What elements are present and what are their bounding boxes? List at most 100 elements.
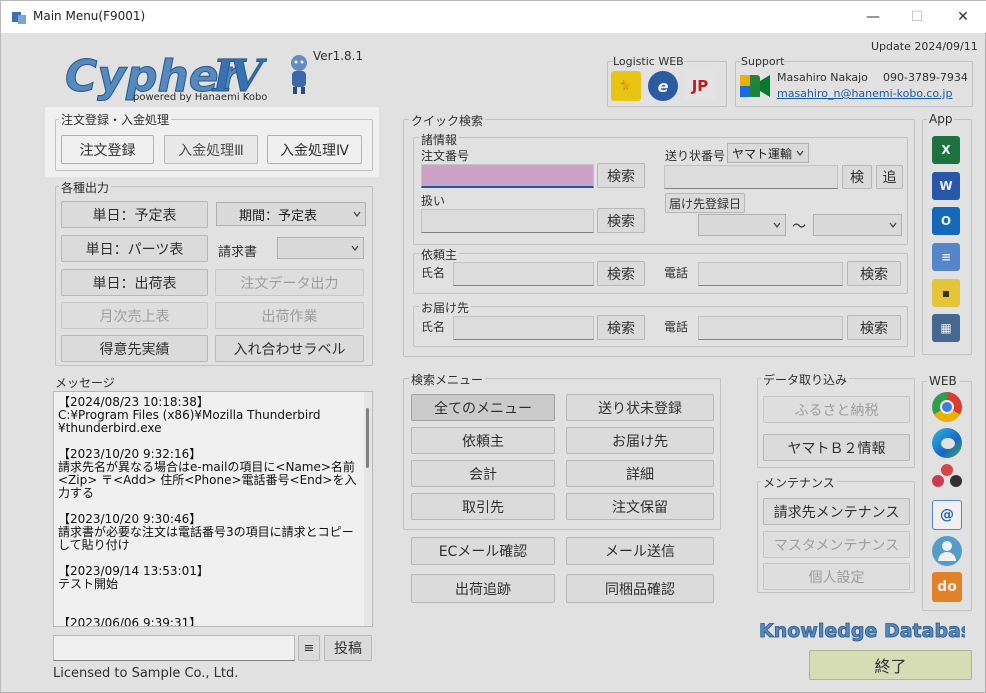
requester-name-input[interactable] — [453, 262, 594, 286]
mail-icon[interactable]: @ — [932, 500, 962, 530]
exit-button[interactable]: 終了 — [809, 650, 972, 680]
supplier-button[interactable]: 取引先 — [411, 493, 555, 520]
do-icon[interactable]: do — [932, 572, 962, 602]
payment-3-button[interactable]: 入金処理Ⅲ — [164, 135, 258, 164]
flower-icon[interactable] — [932, 464, 962, 494]
minimize-button[interactable]: — — [853, 5, 893, 29]
send-mail-button[interactable]: メール送信 — [566, 537, 714, 565]
maximize-button[interactable]: ☐ — [897, 5, 937, 29]
recipient-name-input[interactable] — [453, 316, 594, 340]
knowledge-database-link[interactable]: Knowledge Database — [757, 617, 965, 643]
japan-post-icon[interactable]: JP — [684, 71, 716, 101]
close-button[interactable]: ✕ — [943, 5, 983, 29]
sticky-notes-icon[interactable]: ▪ — [932, 279, 960, 307]
add-button[interactable]: 追 — [876, 165, 903, 189]
order-no-input[interactable] — [421, 164, 594, 188]
version-label: Ver1.8.1 — [313, 49, 364, 63]
daily-schedule-button[interactable]: 単日：予定表 — [61, 201, 208, 228]
invoice-label: 請求書 — [218, 245, 258, 260]
all-menu-button[interactable]: 全てのメニュー — [411, 394, 555, 421]
excel-icon[interactable]: X — [932, 136, 960, 164]
master-maintenance-button[interactable]: マスタメンテナンス — [763, 531, 910, 558]
billing-maintenance-button[interactable]: 請求先メンテナンス — [763, 498, 910, 525]
notepad-icon[interactable]: ≡ — [932, 243, 960, 271]
order-no-search-button[interactable]: 検索 — [597, 163, 645, 188]
recipient-phone-label: 電話 — [664, 320, 689, 334]
chevron-down-icon — [353, 211, 361, 217]
messages-box[interactable]: 【2024/08/23 10:18:38】 C:¥Program Files (… — [53, 391, 373, 627]
tilde-label: ～ — [792, 219, 806, 235]
maintenance-title: メンテナンス — [761, 474, 837, 491]
requester-phone-search-button[interactable]: 検索 — [847, 261, 901, 286]
requester-menu-button[interactable]: 依頼主 — [411, 427, 555, 454]
message-menu-button[interactable]: ≡ — [298, 635, 320, 661]
requester-phone-label: 電話 — [664, 266, 689, 280]
svg-text:Knowledge Database: Knowledge Database — [759, 620, 965, 642]
post-button[interactable]: 投稿 — [324, 635, 372, 661]
recipient-name-search-button[interactable]: 検索 — [597, 315, 645, 340]
requester-phone-input[interactable] — [698, 262, 843, 286]
monthly-sales-button[interactable]: 月次売上表 — [61, 302, 208, 329]
handling-search-button[interactable]: 検索 — [597, 208, 645, 233]
carrier-select[interactable]: ヤマト運輸 — [727, 143, 809, 163]
requester-name-search-button[interactable]: 検索 — [597, 261, 645, 286]
requester-title: 依頼主 — [419, 246, 460, 263]
meet-icon[interactable] — [739, 71, 771, 101]
accounting-button[interactable]: 会計 — [411, 460, 555, 487]
furusato-button[interactable]: ふるさと納税 — [763, 396, 910, 423]
shipment-tracking-button[interactable]: 出荷追跡 — [411, 574, 555, 603]
word-icon[interactable]: W — [932, 172, 960, 200]
date-to-select[interactable] — [813, 214, 902, 236]
order-data-export-button[interactable]: 注文データ出力 — [215, 269, 364, 296]
recipient-phone-search-button[interactable]: 検索 — [847, 315, 901, 340]
user-icon[interactable] — [932, 536, 962, 566]
period-select[interactable]: 期間：予定表 — [216, 202, 366, 226]
chevron-down-icon — [889, 222, 897, 228]
support-email-link[interactable]: masahiro_n@hanemi-kobo.co.jp — [777, 87, 952, 100]
chevron-down-icon — [773, 222, 781, 228]
order-entry-button[interactable]: 注文登録 — [61, 135, 154, 164]
daily-parts-button[interactable]: 単日：パーツ表 — [61, 235, 208, 262]
order-group-title: 注文登録・入金処理 — [59, 111, 172, 128]
period-select-value: 期間：予定表 — [239, 208, 318, 224]
payment-4-button[interactable]: 入金処理Ⅳ — [267, 135, 362, 164]
customer-results-button[interactable]: 得意先実績 — [61, 335, 208, 362]
edge-icon[interactable] — [932, 428, 962, 458]
inspect-button[interactable]: 検 — [842, 165, 872, 189]
message-input[interactable] — [53, 635, 295, 661]
quick-search-title: クイック検索 — [409, 112, 486, 129]
messages-title: メッセージ — [55, 376, 115, 390]
daily-shipping-button[interactable]: 単日：出荷表 — [61, 269, 208, 296]
ec-mail-check-button[interactable]: ECメール確認 — [411, 537, 555, 565]
chrome-icon[interactable] — [932, 392, 962, 422]
update-label: Update 2024/09/11 — [871, 40, 978, 53]
yamato-icon[interactable]: 🐈 — [611, 71, 641, 101]
personal-settings-button[interactable]: 個人設定 — [763, 563, 910, 590]
support-name: Masahiro Nakajo — [777, 71, 868, 84]
tracking-unregistered-button[interactable]: 送り状未登録 — [566, 394, 714, 421]
yamato-b2-button[interactable]: ヤマトＢ２情報 — [763, 434, 910, 461]
chevron-down-icon — [351, 245, 359, 251]
output-group-title: 各種出力 — [59, 179, 112, 196]
shipping-work-button[interactable]: 出荷作業 — [215, 302, 364, 329]
recipient-phone-input[interactable] — [698, 316, 843, 340]
outlook-icon[interactable]: O — [932, 207, 960, 235]
details-button[interactable]: 詳細 — [566, 460, 714, 487]
handling-input[interactable] — [421, 209, 594, 233]
delivery-date-button[interactable]: 届け先登録日 — [665, 193, 745, 213]
tracking-label: 送り状番号 — [665, 149, 726, 163]
date-from-select[interactable] — [698, 214, 786, 236]
bundled-items-button[interactable]: 同梱品確認 — [566, 574, 714, 603]
messages-scrollbar[interactable] — [364, 392, 372, 626]
tracking-input[interactable] — [664, 165, 838, 189]
title-bar: Main Menu(F9001) — ☐ ✕ — [1, 1, 986, 33]
sagawa-icon[interactable]: e — [648, 71, 678, 101]
license-label: Licensed to Sample Co., Ltd. — [53, 666, 239, 681]
app-icon — [12, 12, 26, 24]
recipient-menu-button[interactable]: お届け先 — [566, 427, 714, 454]
invoice-select[interactable] — [277, 237, 364, 259]
packing-label-button[interactable]: 入れ合わせラベル — [215, 335, 364, 362]
order-hold-button[interactable]: 注文保留 — [566, 493, 714, 520]
calculator-icon[interactable]: ▦ — [932, 314, 960, 342]
messages-text: 【2024/08/23 10:18:38】 C:¥Program Files (… — [58, 395, 357, 627]
